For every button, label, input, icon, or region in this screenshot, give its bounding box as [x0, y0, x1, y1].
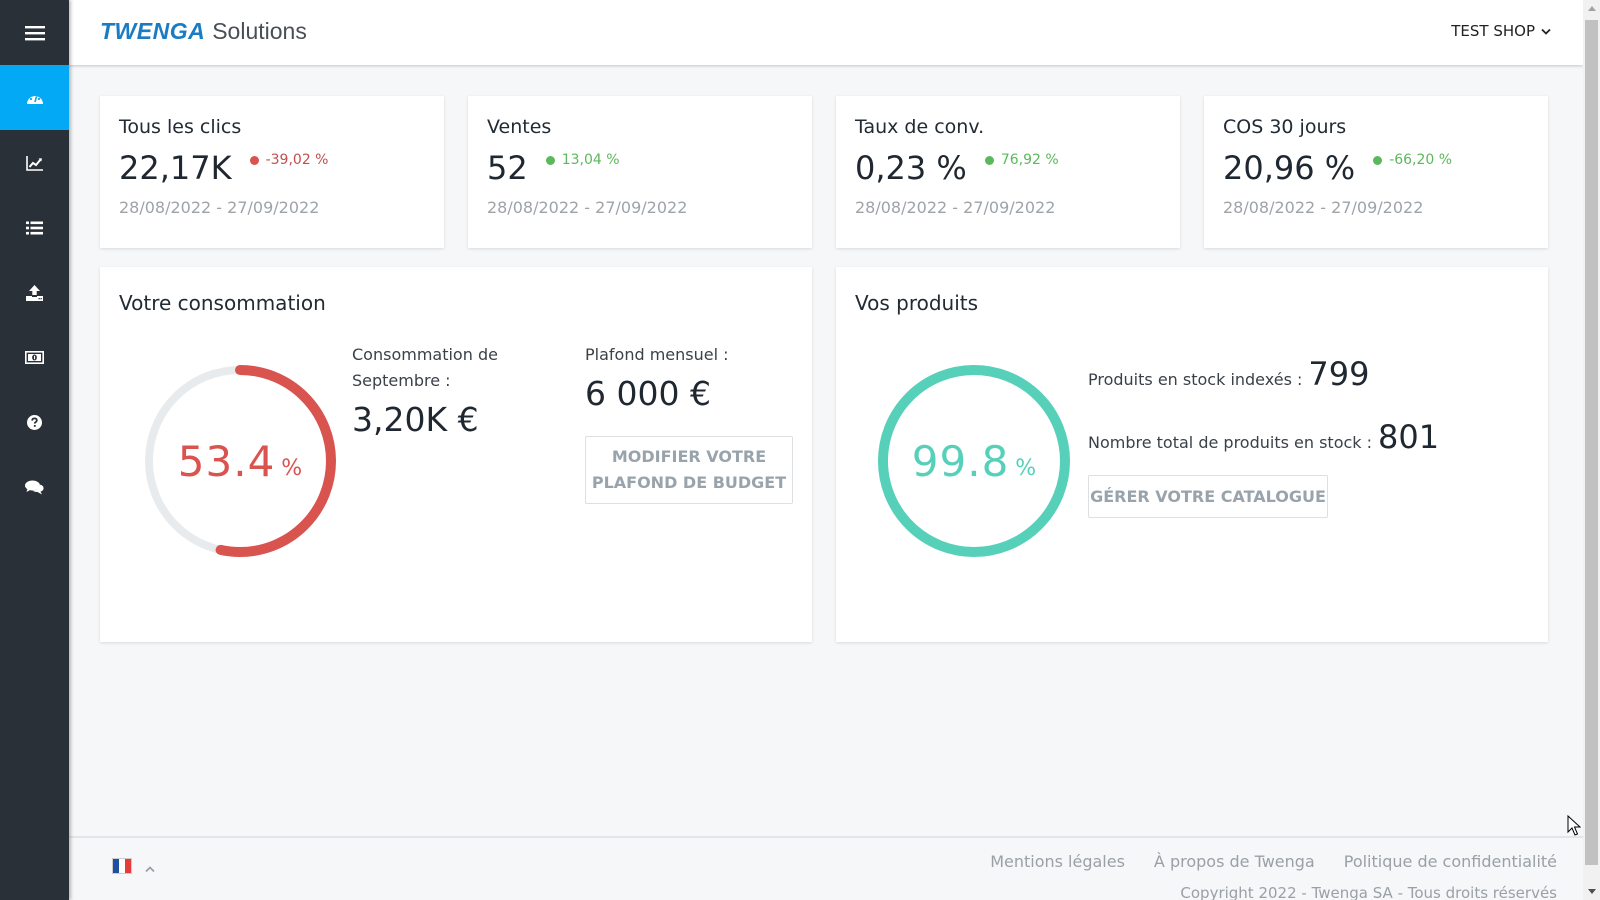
- monthly-cap-label: Plafond mensuel :: [585, 345, 729, 364]
- money-icon: [25, 351, 44, 364]
- logo-brand: TWENGA: [100, 18, 206, 44]
- indexed-products: Produits en stock indexés : 799: [1088, 355, 1369, 393]
- kpi-card-cos: COS 30 jours 20,96 % -66,20 % 28/08/2022…: [1204, 96, 1548, 248]
- kpi-card-conversion-rate: Taux de conv. 0,23 % 76,92 % 28/08/2022 …: [836, 96, 1180, 248]
- trend-dot-icon: [249, 155, 259, 165]
- sidebar-item-billing[interactable]: [0, 325, 69, 390]
- sidebar-item-help[interactable]: [0, 390, 69, 455]
- total-products-label: Nombre total de produits en stock :: [1088, 433, 1373, 452]
- trend-dot-icon: [1373, 155, 1383, 165]
- gauge-unit: %: [281, 455, 303, 481]
- dashboard-gauge-icon: [26, 92, 43, 104]
- kpi-card-clicks: Tous les clics 22,17K -39,02 % 28/08/202…: [100, 96, 444, 248]
- kpi-value: 0,23 %: [855, 149, 967, 187]
- kpi-delta: 13,04 %: [545, 152, 620, 168]
- kpi-date-range: 28/08/2022 - 27/09/2022: [119, 198, 320, 217]
- kpi-value: 20,96 %: [1223, 149, 1356, 187]
- products-card: Vos produits 99.8 % Produits en stock in…: [836, 267, 1548, 642]
- monthly-consumption-label: Consommation de Septembre :: [352, 345, 498, 390]
- kpi-title: Tous les clics: [119, 116, 242, 138]
- indexed-products-label: Produits en stock indexés :: [1088, 370, 1303, 389]
- scrollbar-thumb[interactable]: [1585, 20, 1598, 865]
- scroll-up-arrow-icon: [1587, 6, 1596, 11]
- vertical-scrollbar[interactable]: [1583, 0, 1600, 900]
- chevron-up-icon: [145, 866, 155, 873]
- button-label-line1: MODIFIER VOTRE: [611, 447, 767, 466]
- monthly-cap: Plafond mensuel : 6 000 €: [585, 342, 795, 413]
- scroll-up-button[interactable]: [1583, 0, 1600, 17]
- upload-icon: [26, 284, 43, 301]
- top-header: TWENGA Solutions TEST SHOP: [69, 0, 1583, 65]
- kpi-date-range: 28/08/2022 - 27/09/2022: [1223, 198, 1424, 217]
- monthly-consumption: Consommation de Septembre : 3,20K €: [352, 342, 522, 439]
- kpi-delta-value: -39,02 %: [265, 152, 329, 168]
- menu-toggle-button[interactable]: [0, 0, 69, 65]
- kpi-date-range: 28/08/2022 - 27/09/2022: [487, 198, 688, 217]
- footer: Mentions légales À propos de Twenga Poli…: [69, 836, 1583, 900]
- monthly-consumption-amount: 3,20K €: [352, 400, 479, 439]
- indexed-products-value: 799: [1308, 355, 1370, 393]
- question-circle-icon: [27, 415, 42, 430]
- kpi-card-sales: Ventes 52 13,04 % 28/08/2022 - 27/09/202…: [468, 96, 812, 248]
- line-chart-icon: [25, 155, 43, 171]
- chevron-down-icon: [1541, 28, 1551, 35]
- consumption-gauge: 53.4 %: [142, 363, 338, 559]
- gauge-value: 99.8: [911, 436, 1010, 486]
- kpi-delta: 76,92 %: [984, 152, 1059, 168]
- products-gauge: 99.8 %: [876, 363, 1072, 559]
- language-selector-toggle[interactable]: [145, 858, 155, 877]
- scroll-down-arrow-icon: [1587, 889, 1596, 894]
- sidebar-item-chat[interactable]: [0, 455, 69, 520]
- kpi-title: COS 30 jours: [1223, 116, 1347, 138]
- french-flag-icon[interactable]: [112, 858, 132, 874]
- footer-links: Mentions légales À propos de Twenga Poli…: [990, 852, 1557, 871]
- kpi-delta-value: 13,04 %: [561, 152, 620, 168]
- button-label: GÉRER VOTRE CATALOGUE: [1090, 487, 1326, 506]
- sidebar-item-upload[interactable]: [0, 260, 69, 325]
- manage-catalogue-button[interactable]: GÉRER VOTRE CATALOGUE: [1088, 475, 1328, 518]
- button-label-line2: PLAFOND DE BUDGET: [591, 473, 787, 492]
- scroll-down-button[interactable]: [1583, 883, 1600, 900]
- kpi-delta: -66,20 %: [1373, 152, 1452, 168]
- kpi-delta-value: 76,92 %: [1000, 152, 1059, 168]
- privacy-policy-link[interactable]: Politique de confidentialité: [1344, 852, 1557, 871]
- kpi-title: Ventes: [487, 116, 552, 138]
- gauge-unit: %: [1015, 455, 1037, 481]
- hamburger-icon: [24, 25, 45, 40]
- mouse-cursor-icon: [1567, 815, 1581, 836]
- list-icon: [26, 221, 43, 234]
- twenga-logo[interactable]: TWENGA Solutions: [100, 18, 307, 45]
- logo-suffix: Solutions: [212, 18, 307, 44]
- products-title: Vos produits: [855, 291, 979, 315]
- kpi-delta-value: -66,20 %: [1389, 152, 1453, 168]
- sidebar-item-dashboard[interactable]: [0, 65, 69, 130]
- gauge-value: 53.4: [177, 436, 276, 486]
- kpi-delta: -39,02 %: [249, 152, 329, 168]
- sidebar-item-statistics[interactable]: [0, 130, 69, 195]
- sidebar: [0, 0, 69, 900]
- modify-budget-cap-button[interactable]: MODIFIER VOTRE PLAFOND DE BUDGET: [585, 436, 793, 504]
- consumption-card: Votre consommation 53.4 % Consommation d…: [100, 267, 812, 642]
- copyright-text: Copyright 2022 - Twenga SA - Tous droits…: [1180, 884, 1557, 900]
- kpi-value: 22,17K: [119, 149, 232, 187]
- legal-notice-link[interactable]: Mentions légales: [990, 852, 1125, 871]
- trend-dot-icon: [984, 155, 994, 165]
- monthly-cap-amount: 6 000 €: [585, 374, 711, 413]
- trend-dot-icon: [545, 155, 555, 165]
- kpi-title: Taux de conv.: [855, 116, 985, 138]
- total-products: Nombre total de produits en stock : 801: [1088, 418, 1439, 456]
- consumption-title: Votre consommation: [119, 291, 326, 315]
- total-products-value: 801: [1378, 418, 1440, 456]
- about-twenga-link[interactable]: À propos de Twenga: [1154, 852, 1315, 871]
- kpi-value: 52: [487, 149, 528, 187]
- chat-bubbles-icon: [25, 480, 44, 495]
- shop-selector-dropdown[interactable]: TEST SHOP: [1451, 22, 1551, 40]
- sidebar-item-list[interactable]: [0, 195, 69, 260]
- shop-name: TEST SHOP: [1451, 22, 1535, 40]
- kpi-date-range: 28/08/2022 - 27/09/2022: [855, 198, 1056, 217]
